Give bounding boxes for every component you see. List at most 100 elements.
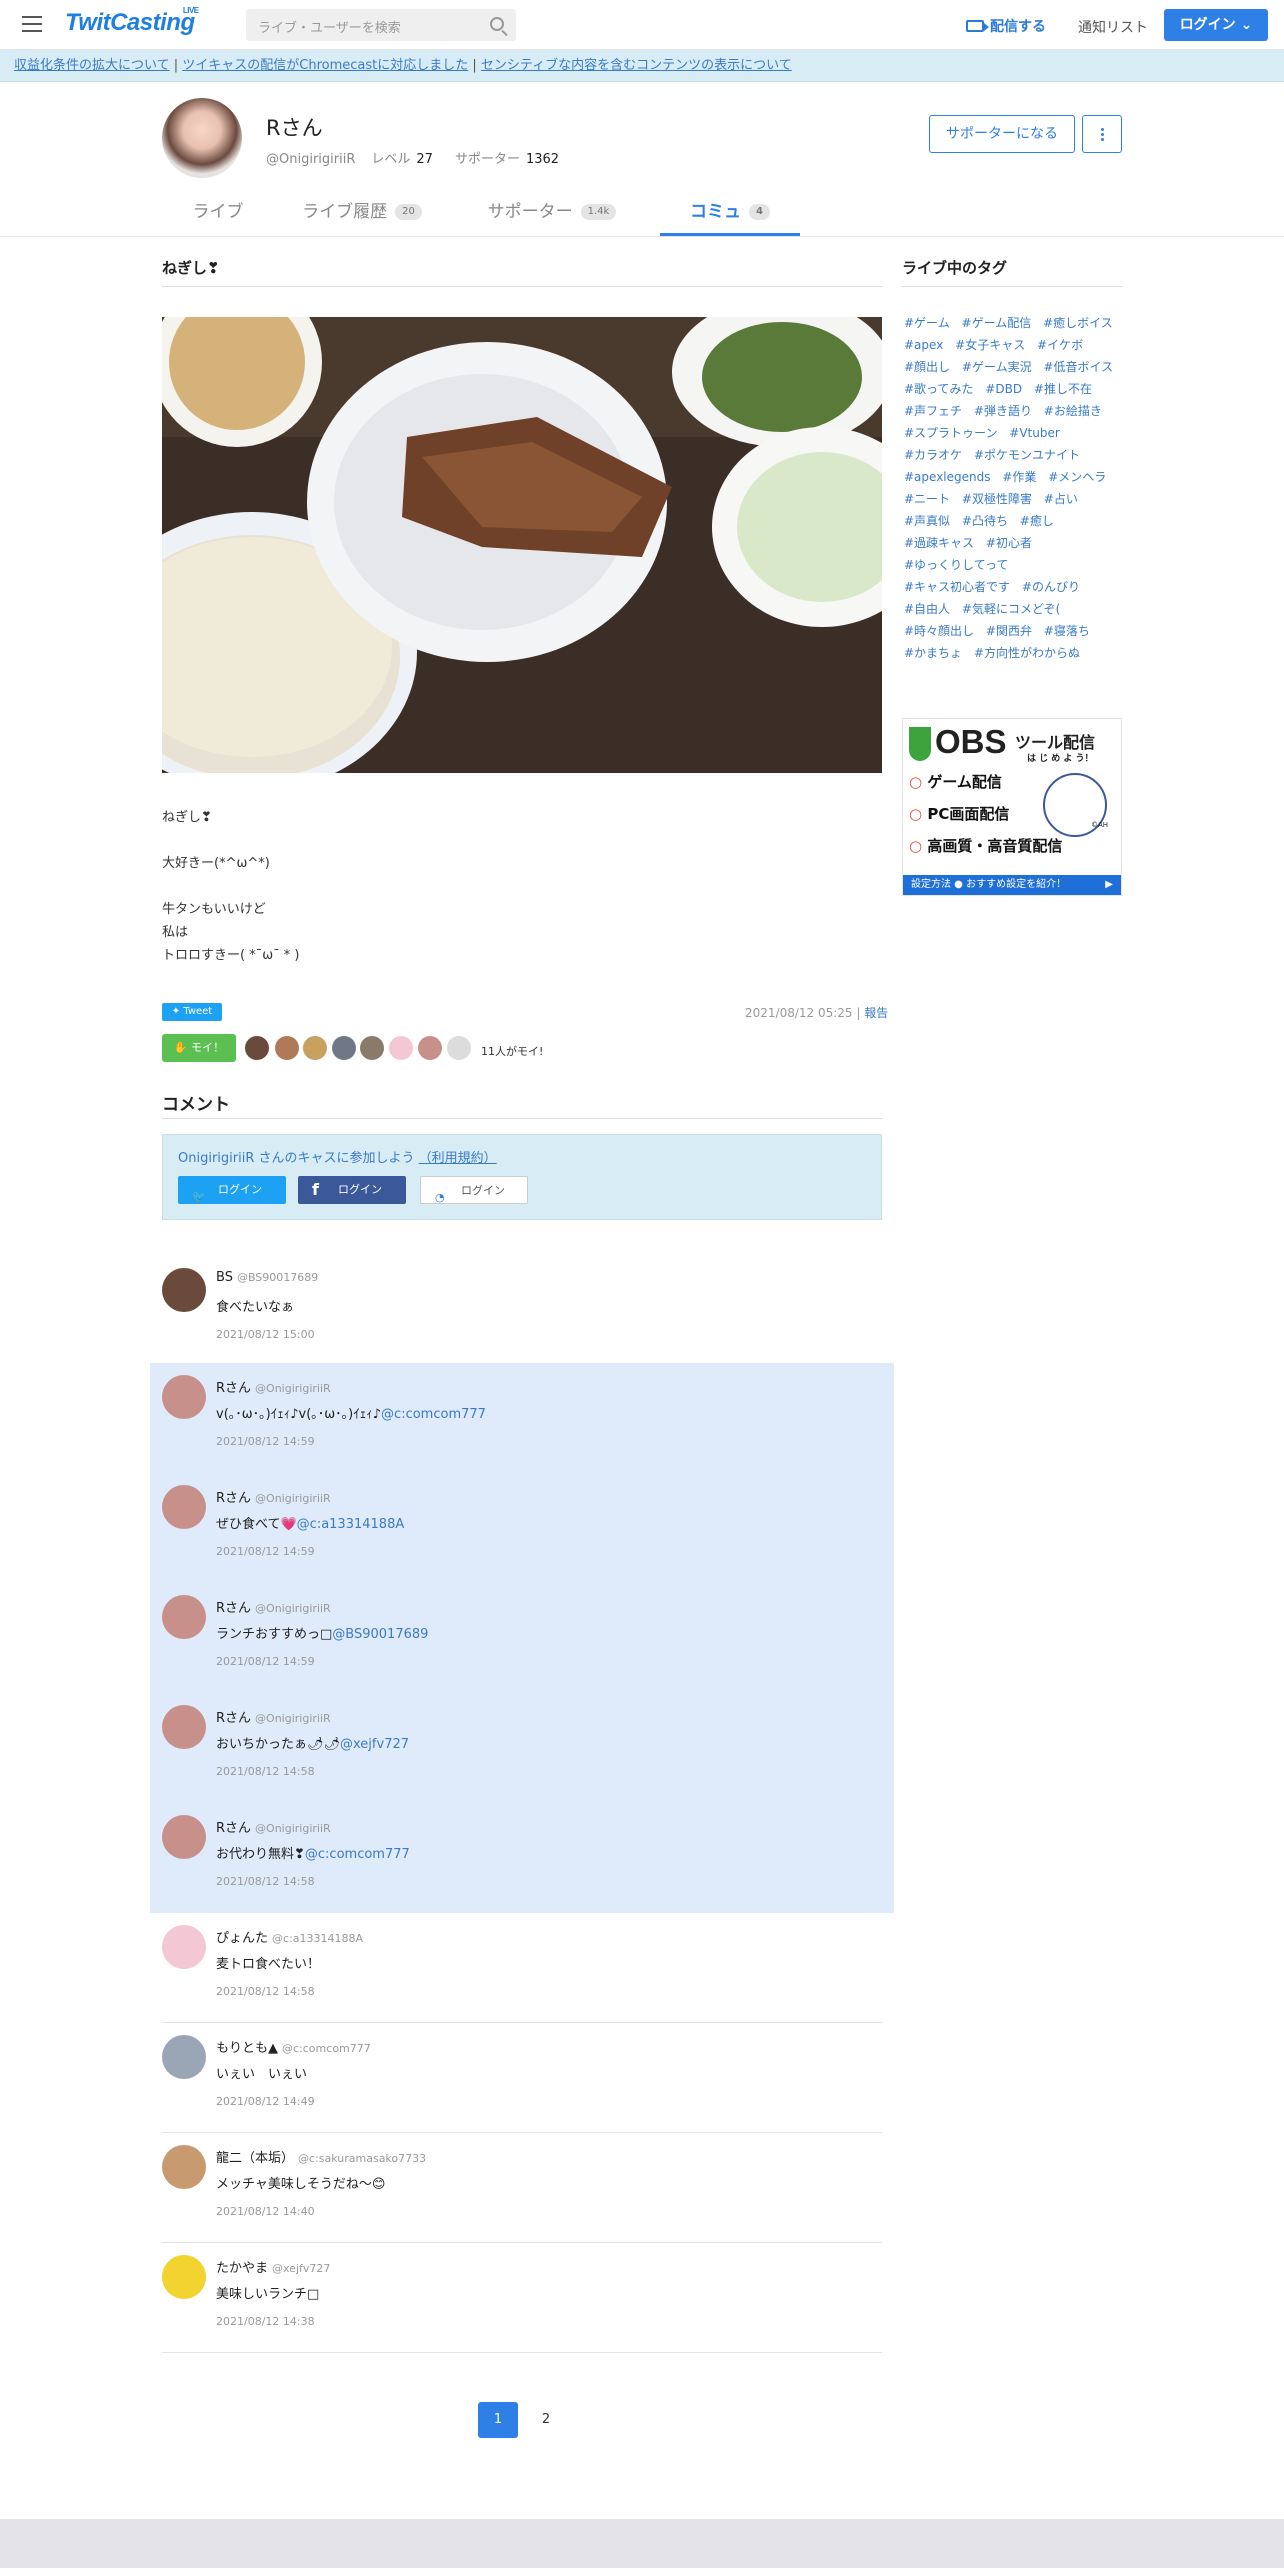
live-tag-link[interactable]: #声フェチ <box>904 404 962 418</box>
moi-user-avatar[interactable] <box>303 1036 327 1060</box>
tab-live-history[interactable]: ライブ履歴 20 <box>287 190 437 236</box>
live-tag-link[interactable]: #Vtuber <box>1009 426 1060 440</box>
live-tag-link[interactable]: #DBD <box>985 382 1022 396</box>
search-icon[interactable] <box>490 17 504 31</box>
live-tag-link[interactable]: #時々顔出し <box>904 624 974 638</box>
live-tag-link[interactable]: #方向性がわからぬ <box>974 646 1080 660</box>
commenter-name[interactable]: Rさん @OnigirigiriiR <box>216 1487 331 1506</box>
commenter-avatar[interactable] <box>162 1925 206 1969</box>
broadcast-button[interactable]: 配信する <box>966 16 1046 36</box>
profile-avatar[interactable] <box>162 98 242 178</box>
twitcasting-login-button[interactable]: ◔ ログイン <box>420 1176 528 1204</box>
live-tag-link[interactable]: #ゆっくりしてって <box>904 558 1008 572</box>
comment-mention-link[interactable]: @BS90017689 <box>332 1627 428 1642</box>
moi-user-avatar[interactable] <box>418 1036 442 1060</box>
commenter-avatar[interactable] <box>162 2145 206 2189</box>
live-tag-link[interactable]: #カラオケ <box>904 448 962 462</box>
commenter-avatar[interactable] <box>162 1595 206 1639</box>
live-tag-link[interactable]: #スプラトゥーン <box>904 426 997 440</box>
commenter-name[interactable]: Rさん @OnigirigiriiR <box>216 1377 331 1396</box>
commenter-avatar[interactable] <box>162 2035 206 2079</box>
obs-banner[interactable]: OBS ツール配信 は じ め よ う！ ○ ゲーム配信 ○ PC画面配信 ○ … <box>902 718 1122 896</box>
moi-user-avatar[interactable] <box>275 1036 299 1060</box>
live-tag-link[interactable]: #声真似 <box>904 514 950 528</box>
live-tag-link[interactable]: #イケボ <box>1037 338 1083 352</box>
post-photo[interactable] <box>162 317 882 773</box>
commenter-name[interactable]: Rさん @OnigirigiriiR <box>216 1817 331 1836</box>
live-tag-link[interactable]: #弾き語り <box>974 404 1032 418</box>
live-tag-link[interactable]: #双極性障害 <box>962 492 1032 506</box>
moi-user-avatar[interactable] <box>360 1036 384 1060</box>
more-options-button[interactable] <box>1082 115 1122 153</box>
live-tag-link[interactable]: #ゲーム <box>904 316 950 330</box>
live-tag-link[interactable]: #凸待ち <box>962 514 1008 528</box>
live-tag-link[interactable]: #女子キャス <box>955 338 1025 352</box>
commenter-avatar[interactable] <box>162 1705 206 1749</box>
comment-mention-link[interactable]: @c:comcom777 <box>381 1407 486 1422</box>
moi-user-avatar[interactable] <box>447 1036 471 1060</box>
live-tag-link[interactable]: #apexlegends <box>904 470 991 484</box>
report-link[interactable]: 報告 <box>864 1006 888 1020</box>
terms-link[interactable]: （利用規約） <box>419 1151 497 1166</box>
live-tag-link[interactable]: #自由人 <box>904 602 950 616</box>
notice-link-sensitive[interactable]: センシティブな内容を含むコンテンツの表示について <box>481 58 792 73</box>
live-tag-link[interactable]: #ニート <box>904 492 950 506</box>
notice-link-chromecast[interactable]: ツイキャスの配信がChromecastに対応しました <box>182 58 468 73</box>
live-tag-link[interactable]: #占い <box>1044 492 1078 506</box>
commenter-name[interactable]: Rさん @OnigirigiriiR <box>216 1707 331 1726</box>
live-tag-link[interactable]: #キャス初心者です <box>904 580 1010 594</box>
moi-user-avatar[interactable] <box>389 1036 413 1060</box>
commenter-name[interactable]: たかやま @xejfv727 <box>216 2257 330 2276</box>
commenter-avatar[interactable] <box>162 2255 206 2299</box>
live-tag-link[interactable]: #過疎キャス <box>904 536 974 550</box>
live-tag-link[interactable]: #低音ボイス <box>1043 360 1113 374</box>
live-tag-link[interactable]: #癒し <box>1020 514 1054 528</box>
hamburger-menu-icon[interactable] <box>22 16 42 32</box>
page-1-button[interactable]: 1 <box>478 2402 518 2438</box>
commenter-name[interactable]: Rさん @OnigirigiriiR <box>216 1597 331 1616</box>
live-tag-link[interactable]: #気軽にコメどぞ( <box>962 602 1060 616</box>
live-tag-link[interactable]: #顔出し <box>904 360 950 374</box>
notifications-link[interactable]: 通知リスト <box>1078 17 1148 37</box>
comment-mention-link[interactable]: @c:comcom777 <box>305 1847 410 1862</box>
live-tag-link[interactable]: #癒しボイス <box>1043 316 1113 330</box>
live-tag-link[interactable]: #ポケモンユナイト <box>974 448 1080 462</box>
facebook-login-button[interactable]: f ログイン <box>298 1176 406 1204</box>
logo[interactable]: TwitCasting LIVE <box>65 6 199 37</box>
live-tag-link[interactable]: #歌ってみた <box>904 382 973 396</box>
commenter-avatar[interactable] <box>162 1485 206 1529</box>
page-2-button[interactable]: 2 <box>526 2402 566 2438</box>
live-tag-link[interactable]: #apex <box>904 338 943 352</box>
commenter-avatar[interactable] <box>162 1375 206 1419</box>
commenter-name[interactable]: ぴょんた @c:a13314188A <box>216 1927 363 1946</box>
banner-cta[interactable]: 設定方法 ● おすすめ設定を紹介！ ▶ <box>903 875 1121 895</box>
live-tag-link[interactable]: #ゲーム配信 <box>962 316 1032 330</box>
live-tag-link[interactable]: #関西弁 <box>986 624 1032 638</box>
commenter-avatar[interactable] <box>162 1815 206 1859</box>
search-input[interactable]: ライブ・ユーザーを検索 <box>246 9 516 41</box>
live-tag-link[interactable]: #ゲーム実況 <box>962 360 1032 374</box>
tab-supporters[interactable]: サポーター 1.4k <box>472 190 632 236</box>
live-tag-link[interactable]: #推し不在 <box>1034 382 1092 396</box>
comment-mention-link[interactable]: @xejfv727 <box>340 1737 409 1752</box>
live-tag-link[interactable]: #初心者 <box>986 536 1032 550</box>
commenter-name[interactable]: BS @BS90017689 <box>216 1270 318 1285</box>
commenter-name[interactable]: 龍二（本垢） @c:sakuramasako7733 <box>216 2147 426 2166</box>
live-tag-link[interactable]: #お絵描き <box>1044 404 1102 418</box>
login-button[interactable]: ログイン ⌄ <box>1164 9 1268 41</box>
comment-mention-link[interactable]: @c:a13314188A <box>297 1517 405 1532</box>
tab-community[interactable]: コミュ 4 <box>660 190 800 236</box>
commenter-avatar[interactable] <box>162 1268 206 1312</box>
become-supporter-button[interactable]: サポーターになる <box>929 115 1075 153</box>
moi-user-avatar[interactable] <box>245 1036 269 1060</box>
live-tag-link[interactable]: #作業 <box>1002 470 1036 484</box>
twitter-login-button[interactable]: 🐦 ログイン <box>178 1176 286 1204</box>
live-tag-link[interactable]: #のんびり <box>1022 580 1080 594</box>
live-tag-link[interactable]: #メンヘラ <box>1048 470 1106 484</box>
live-tag-link[interactable]: #寝落ち <box>1044 624 1090 638</box>
moi-button[interactable]: ✋ モイ！ <box>162 1034 236 1062</box>
live-tag-link[interactable]: #かまちょ <box>904 646 962 660</box>
commenter-name[interactable]: もりとも▲ @c:comcom777 <box>216 2037 371 2056</box>
tweet-button[interactable]: ✦ Tweet <box>162 1003 222 1021</box>
notice-link-monetization[interactable]: 収益化条件の拡大について <box>14 58 170 73</box>
